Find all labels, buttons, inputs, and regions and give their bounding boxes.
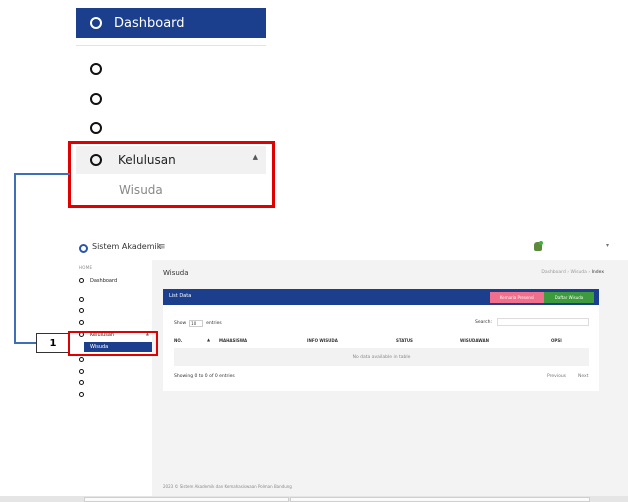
sort-icon[interactable]: ▲	[207, 337, 210, 342]
pagination-previous[interactable]: Previous	[547, 374, 566, 379]
column-header-mahasiswa[interactable]: MAHASISWA	[219, 338, 247, 343]
divider	[76, 45, 266, 46]
table-empty-row: No data available in table	[174, 348, 589, 366]
sidebar-item[interactable]	[76, 378, 152, 387]
sidebar-item[interactable]	[76, 306, 152, 315]
sidebar-item-label: Dashboard	[90, 277, 118, 284]
sidebar-item[interactable]	[76, 318, 152, 327]
column-header-no[interactable]: NO.	[174, 338, 182, 343]
connector-line	[14, 173, 70, 175]
pagination-next[interactable]: Next	[578, 374, 588, 379]
card-header: List Data Kemaria Presensi Daftar Wisuda	[163, 289, 599, 305]
breadcrumb: Dashboard › Wisuda › Index	[541, 270, 604, 275]
sidebar-item[interactable]	[76, 355, 152, 364]
circle-icon	[79, 278, 84, 283]
circle-icon	[79, 308, 84, 313]
breadcrumb-separator: ›	[567, 270, 570, 275]
footer-text: 2023 © Sistem Akademik dan Kemahasiswaan…	[163, 484, 292, 489]
strip-tab	[290, 497, 590, 502]
card-title: List Data	[169, 293, 192, 299]
column-header-wisudawan[interactable]: WISUDAWAN	[460, 338, 489, 343]
circle-icon	[79, 357, 84, 362]
highlight-box-sidebar	[68, 331, 158, 356]
top-bar: Sistem Akademik ≡ ▾	[76, 238, 628, 260]
presensi-button[interactable]: Kemaria Presensi	[490, 292, 544, 303]
circle-icon[interactable]	[90, 63, 102, 75]
app-screenshot: Sistem Akademik ≡ ▾ HOME Dashboard Kelul…	[76, 238, 628, 496]
entries-label: entries	[206, 321, 222, 326]
bottom-strip	[0, 496, 628, 502]
breadcrumb-separator: ›	[588, 270, 591, 275]
sidebar-item[interactable]	[76, 390, 152, 399]
zoom-dashboard-item[interactable]: Dashboard	[76, 8, 266, 38]
circle-icon	[79, 297, 84, 302]
circle-icon	[79, 392, 84, 397]
sidebar-item[interactable]	[76, 367, 152, 376]
page-title: Wisuda	[163, 269, 189, 277]
step-callout: 1	[36, 333, 70, 353]
breadcrumb-link-dashboard[interactable]: Dashboard	[541, 270, 565, 275]
sidebar: HOME Dashboard Kelulusan ▲ Wisuda	[76, 260, 152, 496]
column-header-status[interactable]: STATUS	[396, 338, 413, 343]
page-length-select[interactable]: 10	[189, 320, 204, 327]
logo-icon	[79, 244, 88, 253]
show-label: Show	[174, 321, 187, 326]
connector-line	[14, 174, 16, 344]
column-header-opsi[interactable]: OPSI	[551, 338, 562, 343]
highlight-box-zoom	[68, 141, 275, 208]
list-card: List Data Kemaria Presensi Daftar Wisuda…	[163, 289, 599, 391]
breadcrumb-current: Index	[591, 270, 604, 275]
search-input[interactable]	[497, 318, 589, 326]
circle-icon	[79, 320, 84, 325]
circle-icon	[79, 369, 84, 374]
strip-tab	[84, 497, 289, 502]
column-header-info-wisuda[interactable]: INFO WISUDA	[307, 338, 338, 343]
main-content: Wisuda Dashboard › Wisuda › Index List D…	[152, 260, 628, 496]
online-status-dot	[539, 241, 543, 245]
search-label: Search:	[475, 320, 492, 325]
screenshot-root: Dashboard Kelulusan ▲ Wisuda 1 Sistem Ak…	[0, 0, 628, 502]
daftar-wisuda-button[interactable]: Daftar Wisuda	[544, 292, 594, 303]
page-length-control: Show 10 entries	[174, 320, 222, 327]
circle-icon[interactable]	[90, 93, 102, 105]
chevron-down-icon[interactable]: ▾	[606, 242, 609, 249]
brand-title: Sistem Akademik	[92, 242, 162, 251]
table-info: Showing 0 to 0 of 0 entries	[174, 374, 235, 379]
circle-icon	[79, 380, 84, 385]
sidebar-section-label: HOME	[79, 265, 93, 270]
circle-icon	[90, 17, 102, 29]
sidebar-item[interactable]	[76, 295, 152, 304]
breadcrumb-link-wisuda[interactable]: Wisuda	[571, 270, 587, 275]
menu-toggle-icon[interactable]: ≡	[158, 242, 166, 252]
circle-icon[interactable]	[90, 122, 102, 134]
sidebar-item-dashboard[interactable]: Dashboard	[76, 276, 152, 285]
zoom-dashboard-label: Dashboard	[114, 15, 185, 31]
